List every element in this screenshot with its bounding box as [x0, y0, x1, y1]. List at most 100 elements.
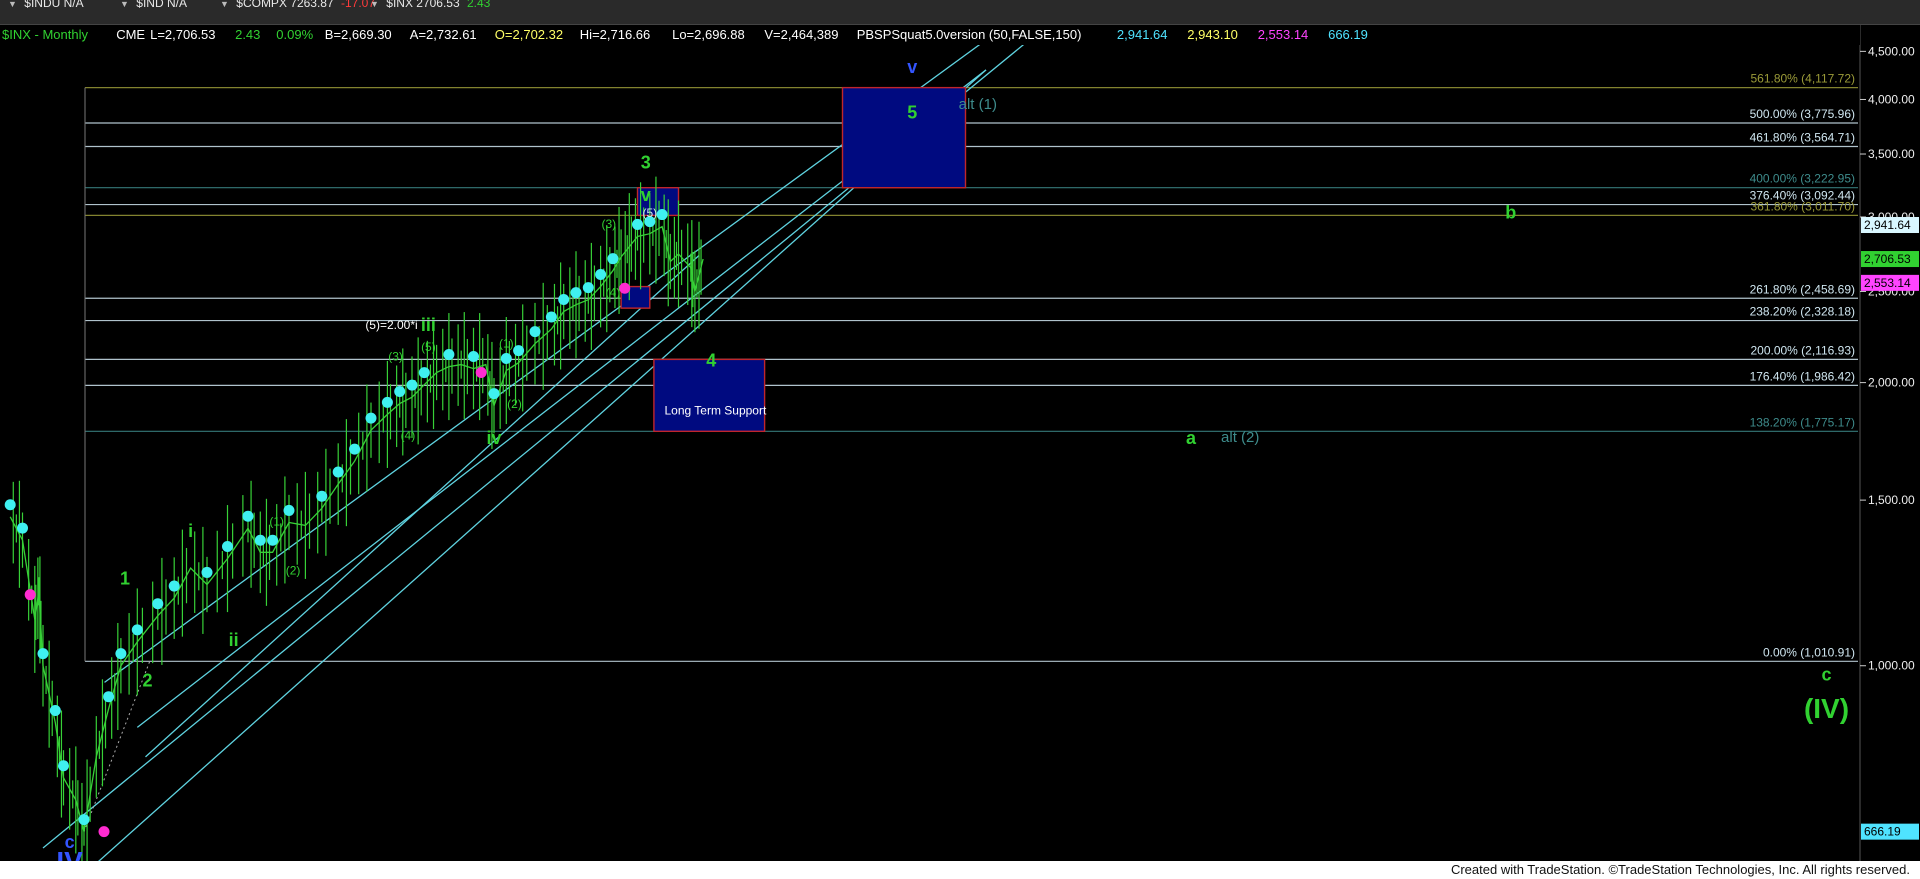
y-tick-label: 2,000.00 — [1868, 376, 1915, 390]
dropdown-arrow-icon[interactable]: ▼ — [120, 0, 129, 9]
ticker-symbol[interactable]: ▼ $COMPX 7263.87 -17.07 — [220, 0, 375, 10]
wave-label: 1 — [120, 569, 130, 589]
header-field: 2,941.64 — [1117, 27, 1168, 42]
wave-label: iii — [421, 315, 436, 335]
fib-level-label: 500.00% (3,775.96) — [1750, 107, 1855, 121]
wave-label: (5) — [421, 340, 436, 354]
pivot-dot — [488, 388, 500, 400]
fib-level-label: 461.80% (3,564.71) — [1750, 131, 1855, 145]
price-flag-label: 2,706.53 — [1864, 252, 1911, 266]
pivot-dot — [283, 504, 295, 516]
header-field: 2.43 — [235, 27, 260, 42]
header-field: PBSPSquat5.0version (50,FALSE,150) — [857, 27, 1082, 42]
pivot-dot — [558, 293, 570, 305]
pivot-dot — [78, 814, 90, 826]
ticker-name: $COMPX 7263.87 — [236, 0, 334, 10]
pivot-dot — [168, 580, 180, 592]
y-tick-label: 3,500.00 — [1868, 147, 1915, 161]
dropdown-arrow-icon[interactable]: ▼ — [220, 0, 229, 9]
price-flag-label: 2,553.14 — [1864, 276, 1911, 290]
wave-label: (1) — [269, 514, 284, 528]
ticker-symbol[interactable]: ▼ $IND N/A — [120, 0, 191, 10]
pivot-dot — [349, 443, 361, 455]
header-field: 2,553.14 — [1258, 27, 1309, 42]
wave-label: b — [1505, 202, 1516, 222]
price-chart[interactable]: 561.80% (4,117.72) 500.00% (3,775.96) 461.… — [0, 25, 1920, 861]
wave-label: (5)=2.00*i — [365, 318, 417, 332]
fib-level-label: 400.00% (3,222.95) — [1750, 172, 1855, 186]
wave-label: (2) — [286, 564, 301, 578]
pivot-dot — [656, 209, 668, 221]
symbol-ticker-bar: ▼ $INDU N/A ▼ $IND N/A ▼ $COMPX 7263.87 … — [0, 0, 1920, 25]
wave-label: (4) — [606, 285, 621, 299]
pivot-dot — [468, 350, 479, 362]
header-field: B=2,669.30 — [325, 27, 392, 42]
y-tick-label: 4,500.00 — [1868, 44, 1915, 58]
wave-label: Long Term Support — [664, 403, 767, 417]
pivot-dot — [254, 534, 266, 546]
pivot-dot — [570, 287, 582, 299]
pivot-dot — [607, 253, 619, 265]
dropdown-arrow-icon[interactable]: ▼ — [8, 0, 17, 9]
pivot-dot-magenta — [24, 589, 36, 601]
pivot-dot-magenta — [475, 367, 487, 379]
wave-label: 3 — [641, 152, 651, 172]
wave-label: a — [1186, 428, 1197, 448]
fib-level-label: 176.40% (1,986.42) — [1750, 369, 1855, 383]
header-field: Lo=2,696.88 — [672, 27, 745, 42]
pivot-dot — [500, 352, 512, 364]
pivot-dot — [582, 282, 594, 294]
pivot-dot-magenta — [619, 282, 631, 294]
pivot-dot — [17, 522, 28, 534]
header-field: CME — [116, 27, 145, 42]
price-flag-label: 666.19 — [1864, 825, 1901, 839]
ticker-symbol[interactable]: ▼ $INDU N/A — [8, 0, 88, 10]
ticker-name: $IND N/A — [136, 0, 187, 10]
pivot-dot — [381, 396, 393, 408]
wave-label: (1) — [499, 336, 514, 350]
pivot-dot-magenta — [98, 826, 110, 838]
wave-label: (2) — [507, 397, 522, 411]
pivot-dot — [406, 379, 418, 391]
ticker-symbol[interactable]: ▼ $INX 2706.53 2.43 — [370, 0, 490, 10]
wave-label: (3) — [388, 350, 403, 364]
fib-level-label: 138.20% (1,775.17) — [1750, 415, 1855, 429]
y-tick-label: 1,500.00 — [1868, 493, 1915, 507]
pivot-dot — [443, 349, 455, 361]
header-field: 2,943.10 — [1187, 27, 1238, 42]
pivot-dot — [152, 598, 164, 610]
pivot-dot — [595, 269, 607, 281]
pivot-dot — [545, 311, 557, 323]
wave-label: alt (2) — [1221, 429, 1259, 446]
wave-label: v — [907, 57, 917, 77]
target-box-wave-5 — [841, 86, 967, 189]
wave-label: 5 — [907, 102, 917, 122]
pivot-dot — [529, 326, 541, 338]
header-field: V=2,464,389 — [764, 27, 838, 42]
pivot-dot — [267, 534, 279, 546]
header-field: 666.19 — [1328, 27, 1368, 42]
wave-label: (4) — [401, 428, 416, 442]
fib-level-label: 238.20% (2,328.18) — [1750, 305, 1855, 319]
pivot-dot — [37, 648, 49, 660]
trend-channel-line — [98, 69, 987, 861]
dropdown-arrow-icon[interactable]: ▼ — [370, 0, 379, 9]
pivot-dots — [4, 209, 668, 838]
wave-label: (3) — [601, 217, 616, 231]
wave-label: 4 — [706, 351, 716, 371]
header-field: Hi=2,716.66 — [580, 27, 650, 42]
price-flag-label: 2,941.64 — [1864, 218, 1911, 232]
pivot-dot — [632, 218, 643, 230]
price-line — [9, 225, 704, 832]
price-axis[interactable]: 4,500.004,000.003,500.003,000.002,500.00… — [1859, 25, 1920, 861]
pivot-dot — [49, 705, 61, 717]
y-tick-label: 1,000.00 — [1868, 659, 1915, 673]
pivot-dot — [513, 345, 525, 357]
header-field: $INX - Monthly — [2, 27, 88, 42]
wave-label: alt (1) — [959, 96, 997, 113]
header-field: O=2,702.32 — [495, 27, 563, 42]
wave-label: 2 — [143, 671, 153, 691]
wave-label: iv — [486, 428, 501, 448]
copyright-footer: Created with TradeStation. ©TradeStation… — [1446, 862, 1914, 877]
pivot-dot — [242, 510, 254, 522]
